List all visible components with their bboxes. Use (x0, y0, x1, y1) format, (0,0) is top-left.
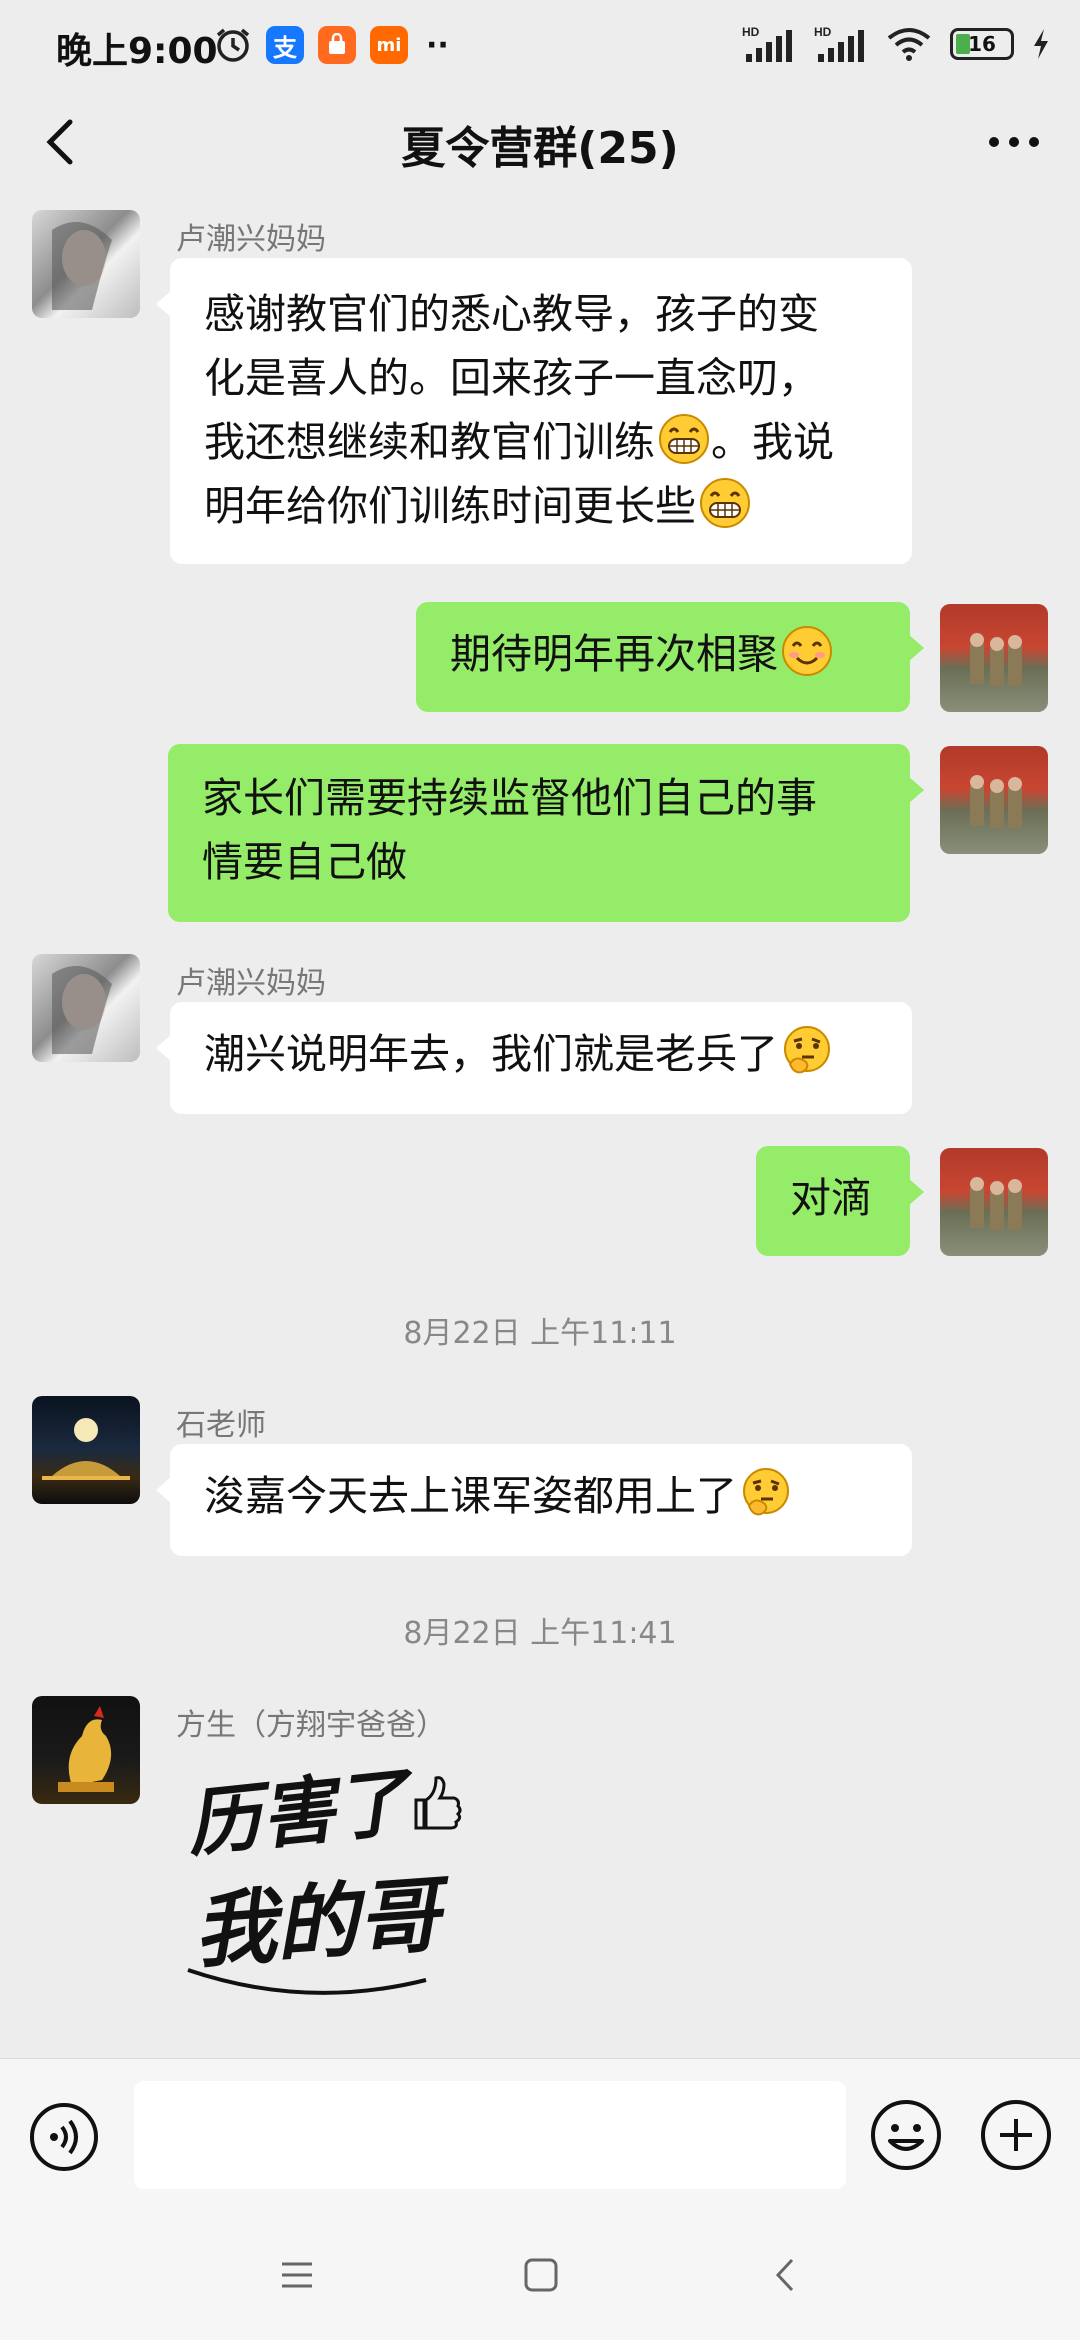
battery-icon: 16 (950, 28, 1014, 60)
message-bubble[interactable]: 家长们需要持续监督他们自己的事 情要自己做 (168, 744, 924, 922)
message-row: 石老师 浚嘉今天去上课军姿都用上了 (0, 1392, 1080, 1562)
wifi-icon (887, 28, 931, 61)
message-line: 。我说 (711, 418, 834, 466)
status-app-icons: 支 mi ·· (214, 26, 449, 64)
status-right-icons: HD HD 16 (742, 24, 1050, 64)
signal-icon: HD (742, 25, 792, 62)
message-line: 情要自己做 (202, 838, 407, 886)
signal-icon-2: HD (814, 25, 864, 62)
message-text: 潮兴说明年去，我们就是老兵了 (204, 1030, 778, 1078)
timestamp: 8月22日 上午11:41 (403, 1616, 677, 1651)
sticker[interactable]: 历害了 我的哥 (176, 1750, 496, 2010)
thinking-emoji-icon (743, 1468, 789, 1516)
message-bubble[interactable]: 潮兴说明年去，我们就是老兵了 (156, 1002, 912, 1114)
avatar[interactable] (940, 604, 1048, 712)
sender-name: 方生（方翔宇爸爸） (176, 1708, 446, 1743)
svg-text:HD: HD (742, 25, 760, 39)
sender-name: 卢潮兴妈妈 (176, 222, 326, 257)
message-text: 期待明年再次相聚 (450, 630, 778, 678)
menu-nav-button[interactable] (272, 2250, 322, 2300)
thumbs-up-icon (414, 1776, 462, 1830)
avatar[interactable] (32, 954, 140, 1062)
message-text: 对滴 (790, 1174, 872, 1222)
grin-emoji-icon (659, 414, 709, 464)
message-row: 对滴 (0, 1144, 1080, 1260)
message-row: 期待明年再次相聚 (0, 600, 1080, 716)
message-row: 方生（方翔宇爸爸） 历害了 我的哥 (0, 1692, 1080, 2032)
sticker-line: 历害了 (183, 1758, 421, 1868)
message-line: 感谢教官们的悉心教导，孩子的变 (204, 290, 819, 338)
message-line: 我还想继续和教官们训练 (204, 418, 655, 466)
voice-input-button[interactable] (28, 2101, 100, 2173)
message-input[interactable] (134, 2081, 846, 2189)
more-options-button[interactable] (982, 112, 1046, 172)
message-bubble[interactable]: 期待明年再次相聚 (416, 602, 924, 712)
message-bubble[interactable]: 感谢教官们的悉心教导，孩子的变 化是喜人的。回来孩子一直念叨， 我还想继续和教官… (156, 258, 912, 564)
alarm-icon (216, 28, 250, 62)
alipay-icon: 支 (266, 26, 304, 64)
timestamp: 8月22日 上午11:11 (403, 1316, 677, 1351)
message-line: 化是喜人的。回来孩子一直念叨， (204, 354, 819, 402)
svg-text:HD: HD (814, 25, 832, 39)
avatar[interactable] (940, 1148, 1048, 1256)
smile-emoji-icon (782, 626, 832, 676)
sender-name: 卢潮兴妈妈 (176, 966, 326, 1001)
avatar[interactable] (32, 1696, 140, 1804)
battery-level: 16 (968, 32, 996, 56)
emoji-button[interactable] (868, 2097, 944, 2173)
message-line: 明年给你们训练时间更长些 (204, 482, 696, 530)
more-notifications-icon: ·· (426, 27, 449, 63)
message-line: 家长们需要持续监督他们自己的事 (202, 774, 817, 822)
message-text: 浚嘉今天去上课军姿都用上了 (204, 1472, 737, 1520)
thinking-emoji-icon (784, 1026, 830, 1074)
sticker-line: 我的哥 (191, 1866, 455, 1980)
more-functions-button[interactable] (978, 2097, 1054, 2173)
home-nav-button[interactable] (516, 2250, 566, 2300)
status-time: 晚上9:00 (56, 31, 218, 72)
avatar[interactable] (32, 1396, 140, 1504)
system-nav-bar (0, 2210, 1080, 2340)
message-bubble[interactable]: 浚嘉今天去上课军姿都用上了 (156, 1444, 912, 1556)
charging-icon (1034, 29, 1048, 59)
message-bubble[interactable]: 对滴 (756, 1146, 924, 1256)
back-nav-button[interactable] (762, 2250, 812, 2300)
message-row: 卢潮兴妈妈 潮兴说明年去，我们就是老兵了 (0, 950, 1080, 1120)
handwriting-sticker: 历害了 我的哥 (183, 1758, 462, 1995)
grin-emoji-icon (700, 478, 750, 528)
avatar[interactable] (32, 210, 140, 318)
sender-name: 石老师 (176, 1408, 266, 1443)
chat-header: 夏令营群(25) (0, 90, 1080, 194)
input-bar (0, 2058, 1080, 2211)
xiaomi-icon: mi (370, 26, 408, 64)
avatar[interactable] (940, 746, 1048, 854)
taobao-icon (318, 26, 356, 64)
message-row: 卢潮兴妈妈 感谢教官们的悉心教导，孩子的变 化是喜人的。回来孩子一直念叨， 我还… (0, 206, 1080, 576)
chat-title: 夏令营群(25) (401, 123, 679, 174)
message-row: 家长们需要持续监督他们自己的事 情要自己做 (0, 742, 1080, 924)
status-bar: 晚上9:00 支 mi ·· HD HD 16 (0, 0, 1080, 90)
